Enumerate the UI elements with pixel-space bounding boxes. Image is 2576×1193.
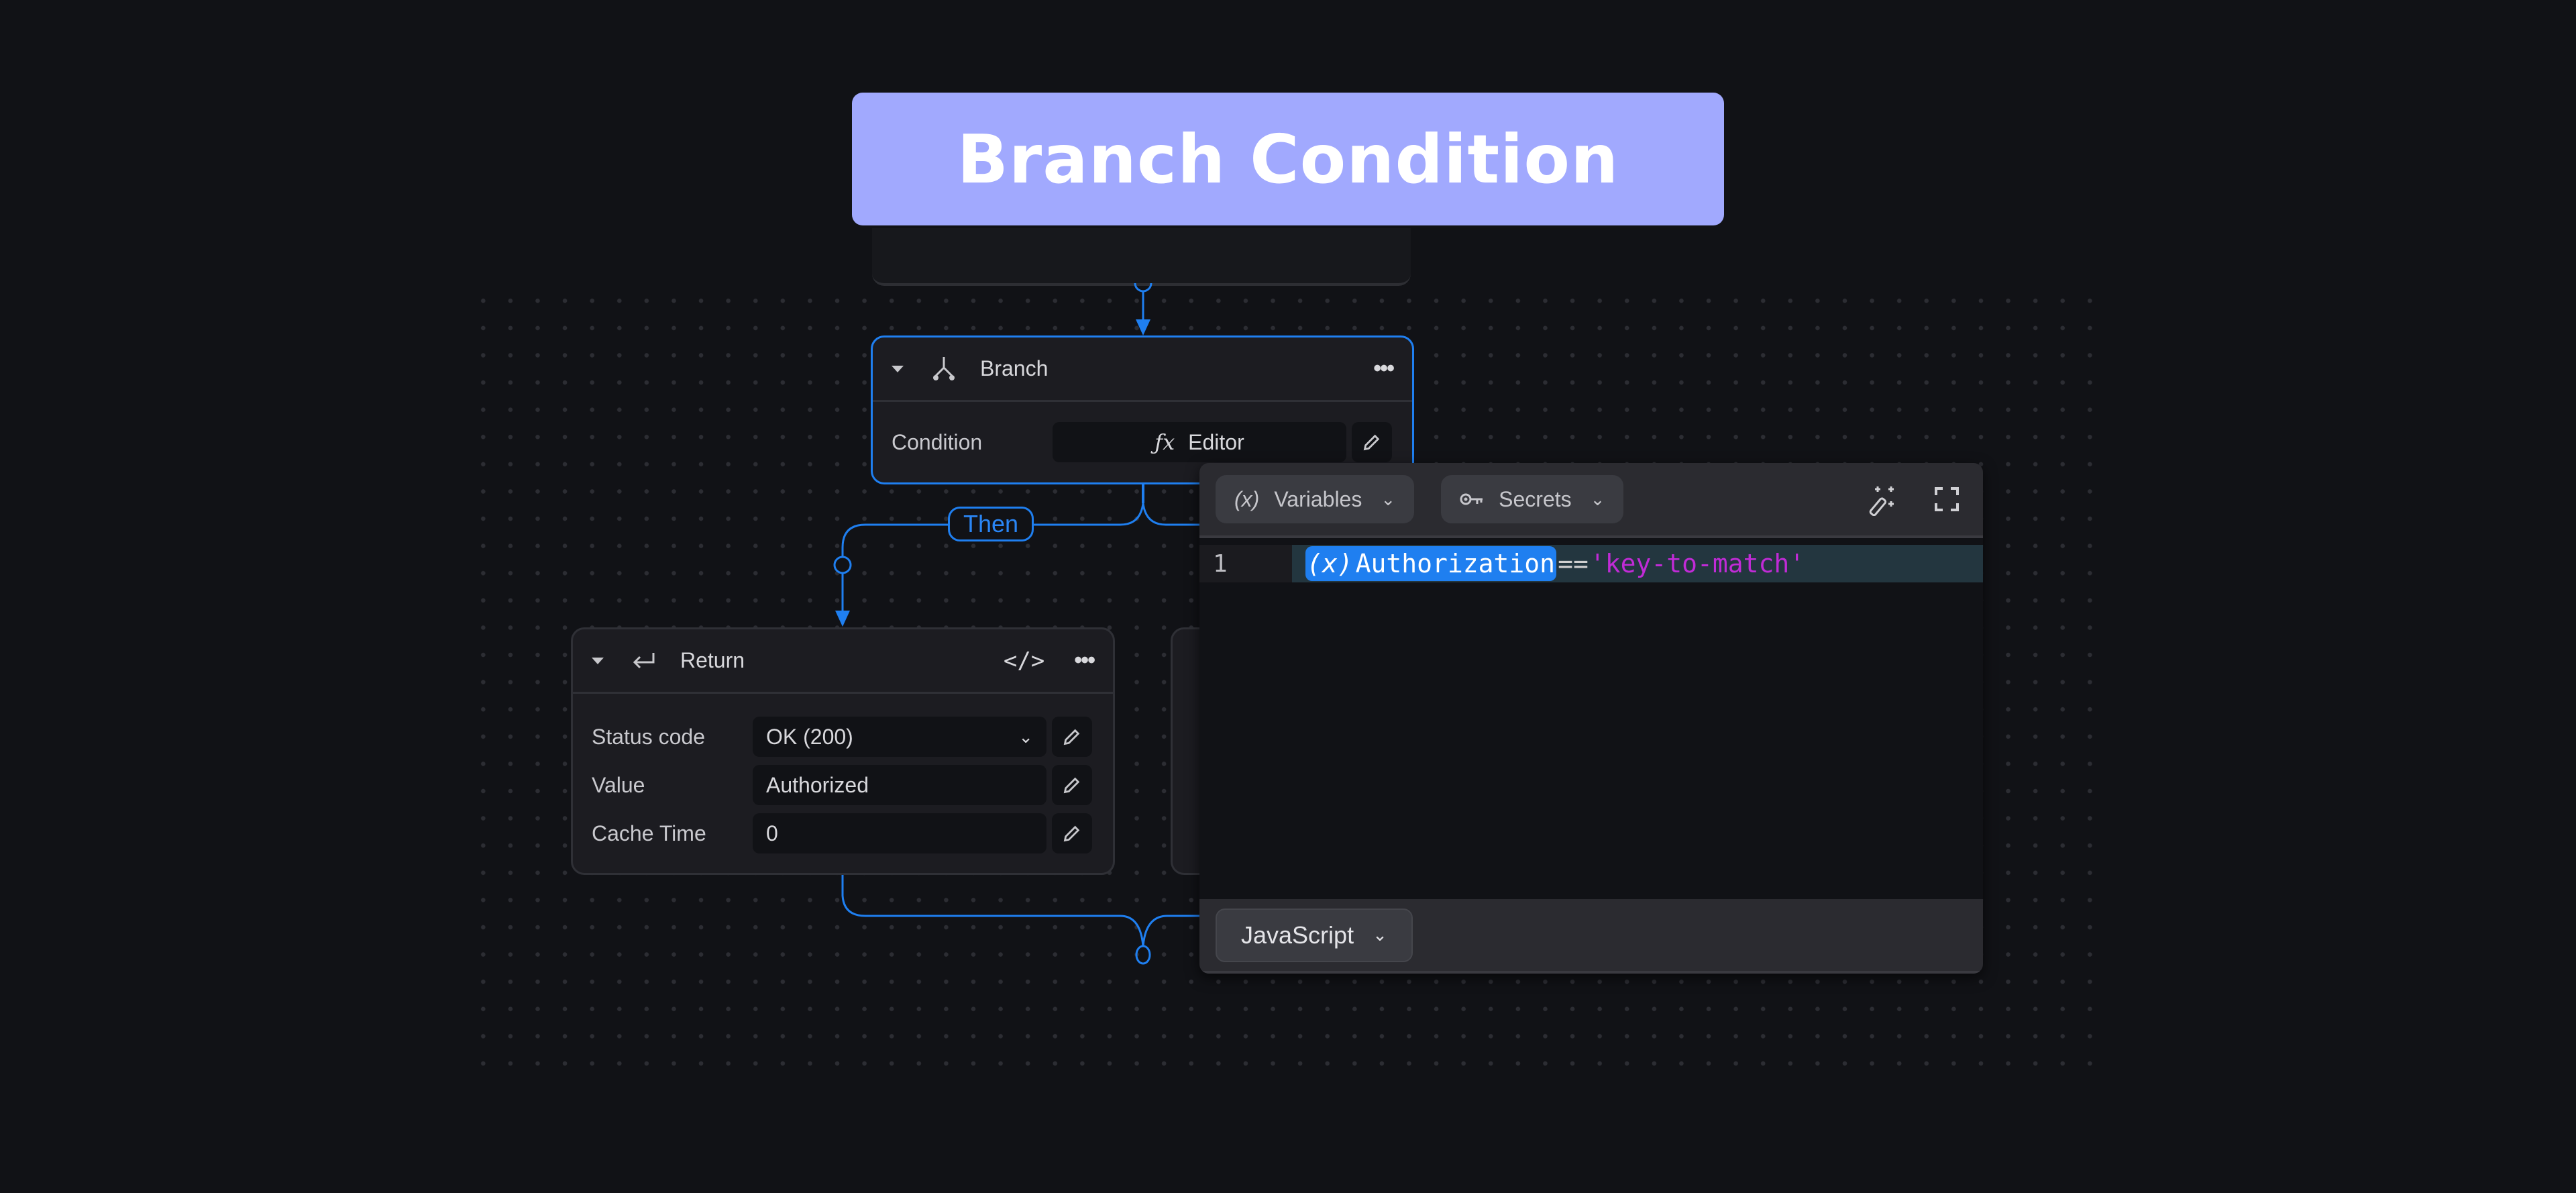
return-icon (631, 647, 657, 674)
then-edge-label[interactable]: Then (948, 507, 1034, 541)
variables-dropdown[interactable]: (x) Variables ⌄ (1216, 475, 1415, 523)
ai-magic-wand-button[interactable] (1865, 479, 1905, 519)
more-options-icon[interactable]: ••• (1074, 647, 1095, 674)
editor-toolbar: (x) Variables ⌄ Secrets ⌄ (1199, 463, 1983, 538)
operator: == (1558, 549, 1589, 578)
return-node-title: Return (680, 648, 745, 672)
previous-node[interactable] (872, 228, 1411, 286)
status-code-label: Status code (592, 724, 705, 749)
value-edit-button[interactable] (1052, 765, 1092, 805)
value-input[interactable]: Authorized (753, 765, 1046, 805)
variable-chip[interactable]: (x) Authorization (1305, 546, 1557, 581)
condition-editor-popup[interactable]: (x) Variables ⌄ Secrets ⌄ 1 (x) Authoriz… (1199, 463, 1983, 974)
cache-time-label: Cache Time (592, 821, 706, 845)
key-icon (1460, 487, 1484, 512)
variable-icon: (x) (1234, 486, 1260, 511)
value-label: Value (592, 772, 645, 797)
cache-time-row: Cache Time 0 (573, 809, 1113, 858)
pencil-icon (1363, 434, 1380, 451)
status-code-value: OK (200) (766, 724, 853, 749)
title-banner: Branch Condition (852, 93, 1724, 225)
pencil-icon (1063, 825, 1080, 842)
condition-editor-button[interactable]: ƒx Editor (1053, 422, 1346, 462)
return-node[interactable]: Return </> ••• Status code OK (200) ⌄ Va… (571, 627, 1115, 875)
language-label: JavaScript (1241, 921, 1354, 949)
collapse-caret-icon[interactable] (892, 365, 904, 372)
cache-time-edit-button[interactable] (1052, 813, 1092, 853)
code-view-icon[interactable]: </> (1004, 647, 1044, 674)
value-text: Authorized (766, 772, 869, 797)
fullscreen-button[interactable] (1927, 479, 1967, 519)
code-line[interactable]: 1 (x) Authorization == 'key-to-match' (1199, 545, 1983, 582)
value-row: Value Authorized (573, 761, 1113, 809)
cache-time-input[interactable]: 0 (753, 813, 1046, 853)
condition-label: Condition (892, 429, 983, 454)
expand-icon (1935, 487, 1959, 511)
pencil-icon (1063, 777, 1080, 794)
secrets-dropdown[interactable]: Secrets ⌄ (1441, 475, 1624, 523)
function-icon: ƒx (1155, 429, 1175, 455)
chevron-down-icon: ⌄ (1381, 488, 1396, 509)
string-literal: 'key-to-match' (1589, 549, 1805, 578)
more-options-icon[interactable]: ••• (1373, 356, 1395, 382)
editor-footer: JavaScript ⌄ (1199, 899, 1983, 974)
status-code-edit-button[interactable] (1052, 717, 1092, 757)
status-code-select[interactable]: OK (200) ⌄ (753, 717, 1046, 757)
code-content[interactable]: (x) Authorization == 'key-to-match' (1292, 545, 1983, 582)
branch-icon (930, 356, 957, 382)
status-code-row: Status code OK (200) ⌄ (573, 713, 1113, 761)
cache-time-value: 0 (766, 821, 778, 845)
code-editor[interactable]: 1 (x) Authorization == 'key-to-match' (1199, 538, 1983, 898)
secrets-label: Secrets (1499, 486, 1572, 511)
line-number: 1 (1199, 545, 1292, 582)
magic-wand-icon (1869, 486, 1894, 516)
chevron-down-icon: ⌄ (1373, 925, 1387, 945)
variable-icon: (x) (1307, 549, 1353, 578)
chevron-down-icon: ⌄ (1018, 726, 1033, 747)
banner-title: Branch Condition (957, 119, 1619, 199)
branch-node-header[interactable]: Branch ••• (873, 338, 1412, 402)
condition-edit-button[interactable] (1352, 422, 1392, 462)
pencil-icon (1063, 729, 1080, 745)
language-dropdown[interactable]: JavaScript ⌄ (1216, 908, 1413, 962)
chevron-down-icon: ⌄ (1590, 488, 1605, 509)
branch-node-title: Branch (980, 356, 1049, 380)
collapse-caret-icon[interactable] (592, 657, 604, 664)
return-node-header[interactable]: Return </> ••• (573, 629, 1113, 694)
variables-label: Variables (1274, 486, 1362, 511)
condition-editor-label: Editor (1188, 429, 1244, 454)
branch-node[interactable]: Branch ••• Condition ƒx Editor (871, 335, 1414, 484)
variable-name: Authorization (1355, 549, 1556, 578)
